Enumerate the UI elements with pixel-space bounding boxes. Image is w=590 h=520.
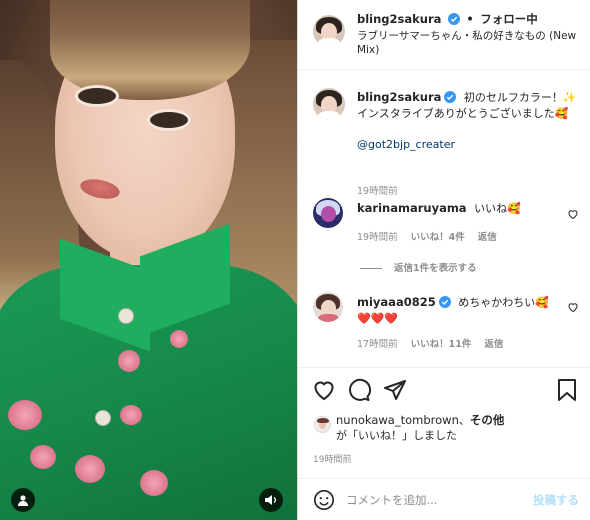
heart-icon[interactable] bbox=[567, 208, 579, 220]
post-timestamp[interactable]: 19時間前 bbox=[313, 452, 351, 465]
bookmark-icon[interactable] bbox=[555, 378, 579, 402]
avatar[interactable] bbox=[313, 15, 345, 47]
post-video[interactable] bbox=[0, 0, 297, 520]
user-icon bbox=[18, 495, 28, 506]
comment-input[interactable]: コメントを追加... bbox=[346, 492, 437, 508]
heart-icon[interactable] bbox=[312, 378, 336, 402]
comment-text: めちゃかわちい🥰 bbox=[458, 296, 549, 309]
comment-likes-count[interactable]: いいね！11件 bbox=[411, 339, 472, 350]
follow-status-button[interactable]: フォロー中 bbox=[480, 12, 538, 26]
avatar[interactable] bbox=[314, 416, 331, 433]
reply-button[interactable]: 返信 bbox=[478, 232, 497, 243]
tagged-user-button[interactable] bbox=[11, 488, 35, 512]
comment-text: いいね🥰 bbox=[474, 202, 521, 215]
post-comment-button[interactable]: 投稿する bbox=[533, 492, 579, 508]
header-username[interactable]: bling2sakura bbox=[357, 12, 441, 26]
post-header: bling2sakura • フォロー中 ラブリーサマーちゃん・私の好きなもの … bbox=[298, 0, 590, 70]
comment-likes-count[interactable]: いいね！4件 bbox=[411, 232, 465, 243]
caption-mention-link[interactable]: @got2bjp_creater bbox=[357, 137, 455, 153]
caption-username[interactable]: bling2sakura bbox=[357, 90, 441, 104]
avatar[interactable] bbox=[313, 198, 343, 228]
comment-username[interactable]: miyaaa0825 bbox=[357, 295, 436, 309]
add-comment-bar: コメントを追加... 投稿する bbox=[298, 478, 590, 520]
caption-time[interactable]: 19時間前 bbox=[357, 186, 398, 197]
liked-by-others-button[interactable]: その他 bbox=[470, 413, 505, 427]
header-separator: • bbox=[466, 12, 474, 26]
sound-icon bbox=[265, 495, 277, 505]
avatar[interactable] bbox=[313, 88, 345, 120]
verified-icon bbox=[438, 296, 451, 308]
post-actions-bar bbox=[298, 367, 590, 407]
reply-button[interactable]: 返信 bbox=[484, 339, 503, 350]
verified-icon bbox=[447, 13, 460, 25]
view-replies-button[interactable]: 返信1件を表示する bbox=[360, 260, 477, 274]
liked-by-connector: 、 bbox=[458, 414, 470, 427]
comment-time[interactable]: 17時間前 bbox=[357, 339, 398, 350]
verified-icon bbox=[444, 91, 457, 103]
instagram-post-modal: bling2sakura • フォロー中 ラブリーサマーちゃん・私の好きなもの … bbox=[0, 0, 590, 520]
audio-track-link[interactable]: ラブリーサマーちゃん・私の好きなもの (New Mix) bbox=[357, 29, 577, 57]
heart-icon[interactable] bbox=[567, 301, 579, 313]
liked-by-suffix: が「いいね！」しました bbox=[336, 429, 457, 442]
comment-username[interactable]: karinamaruyama bbox=[357, 201, 467, 215]
share-icon[interactable] bbox=[383, 378, 407, 402]
comment-icon[interactable] bbox=[347, 378, 371, 402]
liked-by-section: nunokawa_tombrown、その他 が「いいね！」しました bbox=[298, 410, 590, 455]
emoji-icon[interactable] bbox=[313, 489, 335, 511]
liked-by-username[interactable]: nunokawa_tombrown bbox=[336, 413, 459, 427]
avatar[interactable] bbox=[313, 292, 343, 322]
sound-toggle-button[interactable] bbox=[259, 488, 283, 512]
post-sidebar: bling2sakura • フォロー中 ラブリーサマーちゃん・私の好きなもの … bbox=[297, 0, 590, 520]
comment-text-hearts: ❤️❤️❤️ bbox=[357, 312, 399, 325]
view-replies-label: 返信1件を表示する bbox=[394, 263, 477, 274]
comments-list[interactable]: bling2sakura 初のセルフカラー！✨インスタライブありがとうございまし… bbox=[298, 70, 590, 365]
comment-time[interactable]: 19時間前 bbox=[357, 232, 398, 243]
